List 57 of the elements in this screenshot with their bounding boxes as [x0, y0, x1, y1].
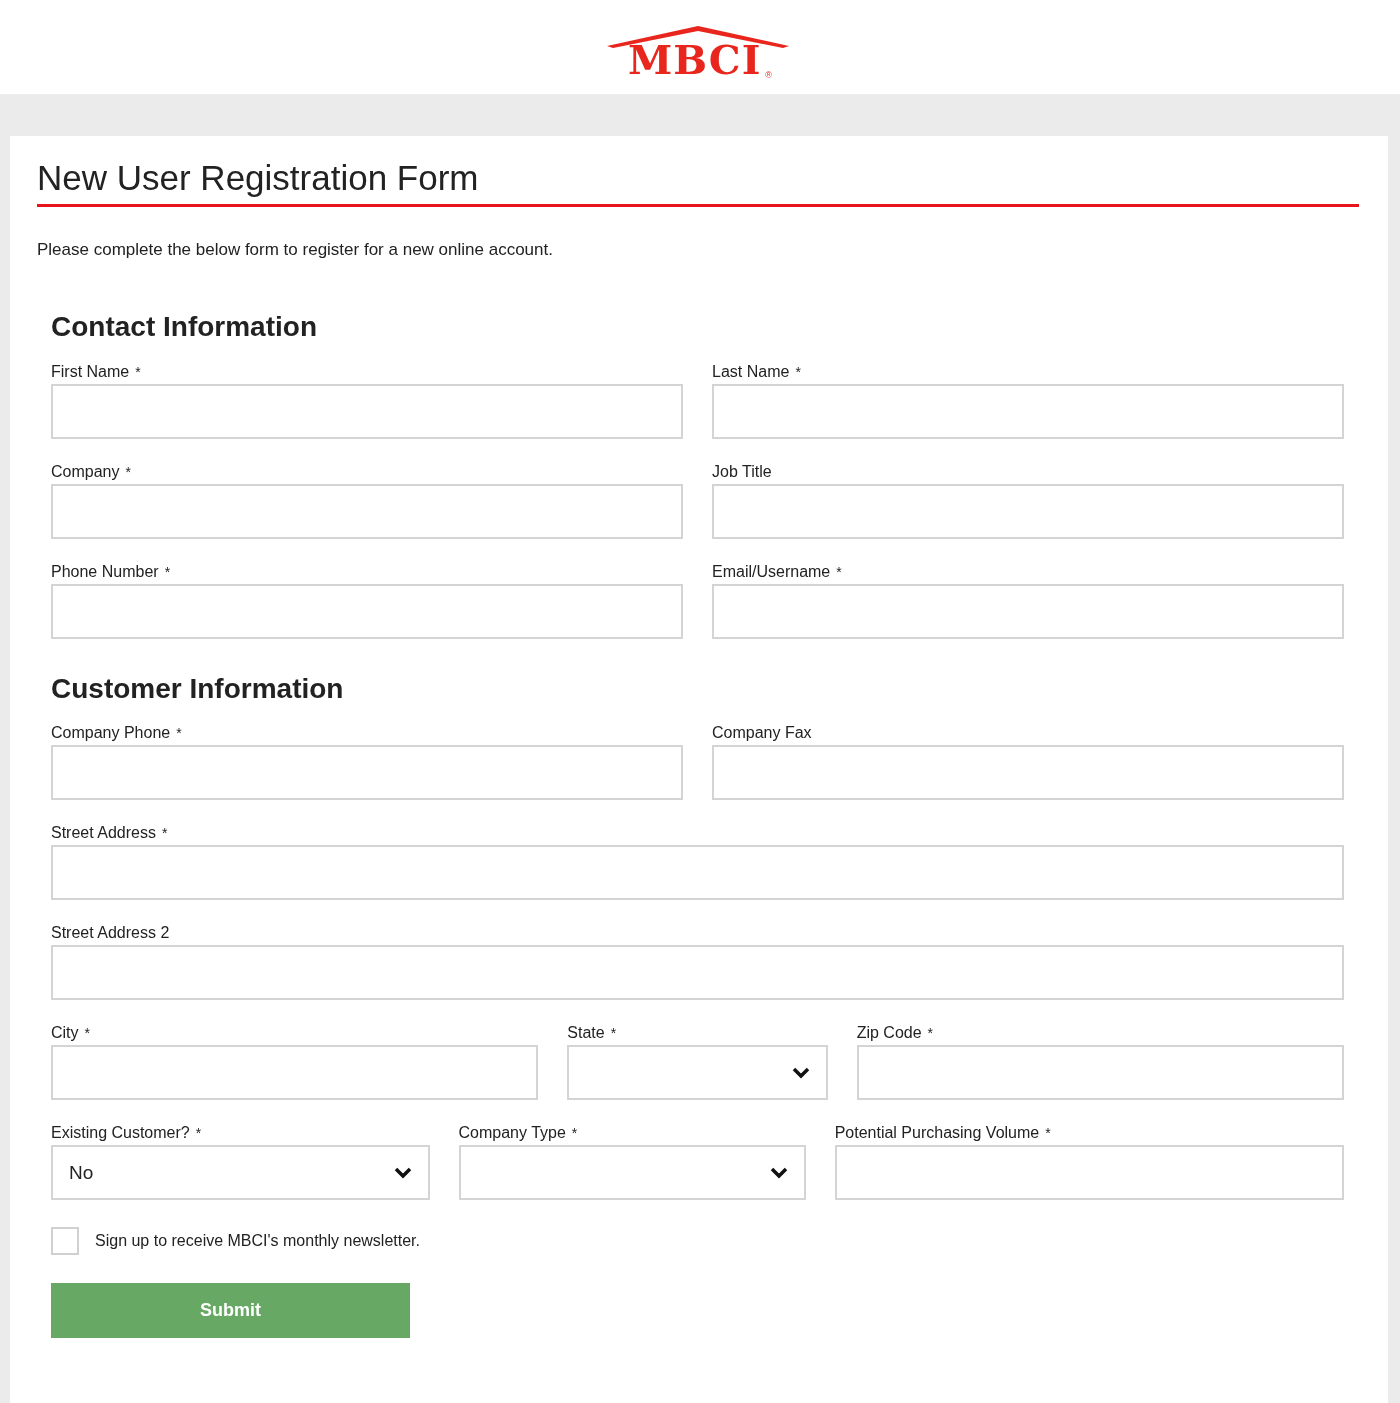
input-field[interactable] — [51, 745, 683, 801]
chevron-down-icon — [393, 1166, 412, 1179]
field-label: Company Fax — [712, 724, 812, 742]
field-label: City — [51, 1024, 79, 1042]
select-field[interactable] — [567, 1045, 828, 1101]
field-label: Company Phone — [51, 724, 171, 742]
registered-mark: ® — [765, 71, 772, 80]
form-title: New User Registration Form — [37, 156, 1359, 207]
select-value: No — [69, 1160, 94, 1185]
required-asterisk: * — [135, 363, 141, 380]
field-label: Potential Purchasing Volume — [834, 1124, 1040, 1142]
input-field[interactable] — [51, 483, 683, 539]
field-label: Street Address — [51, 824, 156, 842]
required-asterisk: * — [84, 1025, 90, 1042]
field-label: Company — [51, 462, 120, 480]
input-field[interactable] — [51, 1045, 539, 1101]
field-label: Email/Username — [712, 562, 831, 580]
field-label: Street Address 2 — [51, 924, 170, 942]
section-heading: Customer Information — [51, 671, 345, 706]
required-asterisk: * — [610, 1025, 617, 1042]
field-label: Job Title — [712, 462, 772, 480]
required-asterisk: * — [1045, 1125, 1051, 1142]
input-field[interactable] — [51, 845, 1344, 901]
required-asterisk: * — [164, 563, 171, 580]
input-field[interactable] — [856, 1045, 1344, 1101]
field-label: Existing Customer? — [51, 1124, 190, 1142]
select-field[interactable]: No — [51, 1145, 430, 1201]
field-label: Phone Number — [51, 562, 159, 580]
input-field[interactable] — [51, 583, 683, 639]
required-asterisk: * — [795, 363, 801, 380]
newsletter-label: Sign up to receive MBCI's monthly newsletter. — [95, 1231, 420, 1252]
field-label: Company Type — [458, 1124, 566, 1142]
required-asterisk: * — [927, 1025, 934, 1042]
field-label: Last Name — [712, 362, 790, 380]
required-asterisk: * — [571, 1125, 578, 1142]
required-asterisk: * — [176, 725, 182, 742]
input-field[interactable] — [51, 945, 1344, 1001]
chevron-down-icon — [791, 1066, 810, 1079]
input-field[interactable] — [712, 383, 1344, 439]
required-asterisk: * — [125, 463, 131, 480]
logo-text: MBCI — [628, 40, 762, 80]
section-heading: Contact Information — [51, 310, 318, 344]
chevron-down-icon — [769, 1166, 788, 1179]
select-field[interactable] — [458, 1145, 806, 1201]
field-label: First Name — [51, 362, 130, 380]
input-field[interactable] — [51, 383, 683, 439]
required-asterisk: * — [195, 1125, 202, 1142]
field-label: State — [567, 1024, 605, 1042]
input-field[interactable] — [712, 745, 1344, 801]
checkbox[interactable] — [51, 1227, 79, 1256]
required-asterisk: * — [836, 563, 842, 580]
required-asterisk: * — [161, 825, 168, 842]
intro-text: Please complete the below form to register for a new online account. — [37, 238, 554, 261]
input-field[interactable] — [834, 1145, 1344, 1201]
field-label: Zip Code — [856, 1024, 922, 1042]
input-field[interactable] — [712, 583, 1344, 639]
input-field[interactable] — [712, 483, 1344, 539]
